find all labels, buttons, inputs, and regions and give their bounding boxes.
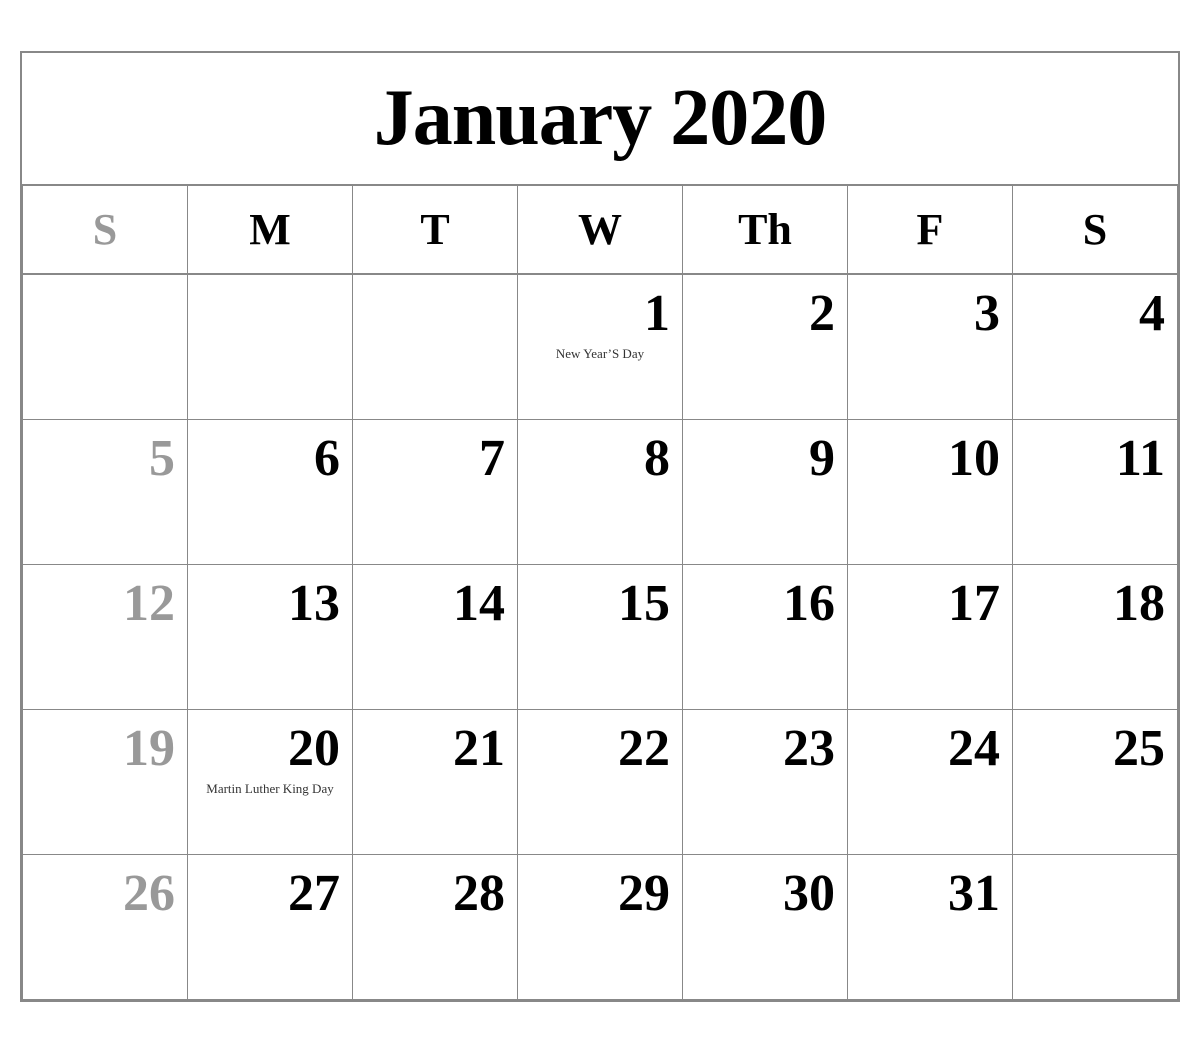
calendar-cell: 2	[683, 275, 848, 420]
calendar-cell: 5	[23, 420, 188, 565]
day-number: 11	[1025, 430, 1165, 487]
calendar-cell: 15	[518, 565, 683, 710]
calendar-cell: 27	[188, 855, 353, 1000]
day-number: 25	[1025, 720, 1165, 777]
calendar-cell-empty	[23, 275, 188, 420]
day-number: 18	[1025, 575, 1165, 632]
day-number: 19	[35, 720, 175, 777]
calendar-cell-empty	[353, 275, 518, 420]
day-number: 27	[200, 865, 340, 922]
calendar-cell: 30	[683, 855, 848, 1000]
calendar-cell: 22	[518, 710, 683, 855]
day-number: 9	[695, 430, 835, 487]
calendar-cell: 21	[353, 710, 518, 855]
calendar-cell: 8	[518, 420, 683, 565]
day-number: 6	[200, 430, 340, 487]
day-number: 4	[1025, 285, 1165, 342]
day-number: 20	[200, 720, 340, 777]
day-number: 30	[695, 865, 835, 922]
day-number: 14	[365, 575, 505, 632]
day-number: 1	[530, 285, 670, 342]
calendar-cell: 18	[1013, 565, 1178, 710]
calendar-cell: 16	[683, 565, 848, 710]
day-header: F	[848, 186, 1013, 275]
day-number: 7	[365, 430, 505, 487]
day-number: 24	[860, 720, 1000, 777]
day-number: 28	[365, 865, 505, 922]
calendar-cell: 29	[518, 855, 683, 1000]
day-number: 2	[695, 285, 835, 342]
calendar-cell: 13	[188, 565, 353, 710]
calendar-title: January 2020	[22, 53, 1178, 186]
day-number: 12	[35, 575, 175, 632]
calendar-cell: 11	[1013, 420, 1178, 565]
calendar-cell: 23	[683, 710, 848, 855]
calendar-grid: SMTWThFS1New Year’S Day23456789101112131…	[22, 186, 1178, 1000]
calendar-cell: 28	[353, 855, 518, 1000]
calendar-cell: 3	[848, 275, 1013, 420]
day-number: 26	[35, 865, 175, 922]
day-number: 10	[860, 430, 1000, 487]
calendar-cell: 19	[23, 710, 188, 855]
day-header: T	[353, 186, 518, 275]
calendar: January 2020 SMTWThFS1New Year’S Day2345…	[20, 51, 1180, 1002]
calendar-cell: 10	[848, 420, 1013, 565]
day-number: 17	[860, 575, 1000, 632]
calendar-cell-empty	[1013, 855, 1178, 1000]
day-number: 16	[695, 575, 835, 632]
day-number: 29	[530, 865, 670, 922]
calendar-cell: 20 Martin Luther King Day	[188, 710, 353, 855]
day-number: 13	[200, 575, 340, 632]
calendar-cell: 9	[683, 420, 848, 565]
day-number: 5	[35, 430, 175, 487]
day-event: Martin Luther King Day	[200, 781, 340, 798]
calendar-cell: 17	[848, 565, 1013, 710]
day-header: W	[518, 186, 683, 275]
day-number: 22	[530, 720, 670, 777]
calendar-cell: 25	[1013, 710, 1178, 855]
calendar-cell: 24	[848, 710, 1013, 855]
day-number: 23	[695, 720, 835, 777]
calendar-cell: 6	[188, 420, 353, 565]
day-header: S	[1013, 186, 1178, 275]
day-number: 31	[860, 865, 1000, 922]
calendar-cell: 26	[23, 855, 188, 1000]
calendar-cell: 14	[353, 565, 518, 710]
calendar-cell-empty	[188, 275, 353, 420]
calendar-cell: 1 New Year’S Day	[518, 275, 683, 420]
day-number: 3	[860, 285, 1000, 342]
calendar-cell: 7	[353, 420, 518, 565]
day-header: S	[23, 186, 188, 275]
day-header: Th	[683, 186, 848, 275]
day-header: M	[188, 186, 353, 275]
calendar-cell: 12	[23, 565, 188, 710]
day-number: 15	[530, 575, 670, 632]
calendar-cell: 31	[848, 855, 1013, 1000]
calendar-cell: 4	[1013, 275, 1178, 420]
day-event: New Year’S Day	[530, 346, 670, 363]
day-number: 21	[365, 720, 505, 777]
day-number: 8	[530, 430, 670, 487]
